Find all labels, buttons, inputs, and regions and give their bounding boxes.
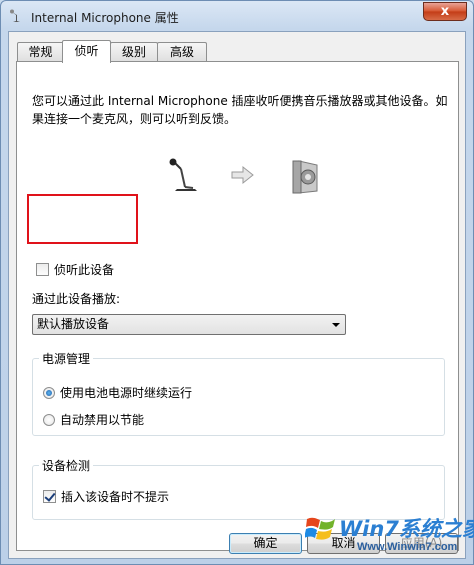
title-bar[interactable]: Internal Microphone 属性 x xyxy=(1,1,473,31)
power-option-continue-radio[interactable] xyxy=(43,386,55,399)
tab-strip: 常规 侦听 级别 高级 xyxy=(17,40,457,63)
listen-checkbox-label: 侦听此设备 xyxy=(54,263,115,277)
listen-checkbox-row[interactable]: 侦听此设备 xyxy=(36,261,114,278)
power-option-continue-label: 使用电池电源时继续运行 xyxy=(60,386,193,400)
detection-checkbox[interactable] xyxy=(43,490,56,503)
mic-to-speaker-illustration xyxy=(169,158,318,194)
watermark-url: Www.Winwin7.com xyxy=(357,541,458,553)
power-option-continue[interactable]: 使用电池电源时继续运行 xyxy=(43,384,192,401)
power-option-disable-radio[interactable] xyxy=(43,413,55,426)
tab-levels[interactable]: 级别 xyxy=(110,42,158,62)
playback-selected-value: 默认播放设备 xyxy=(37,317,110,331)
listen-checkbox[interactable] xyxy=(36,263,49,276)
playback-label: 通过此设备播放: xyxy=(32,292,121,306)
win7-watermark: Win7系统之家 Www.Winwin7.com xyxy=(301,505,474,563)
power-option-disable[interactable]: 自动禁用以节能 xyxy=(43,411,144,428)
arrow-right-icon xyxy=(231,165,254,185)
microphone-icon xyxy=(10,9,20,22)
listen-description: 您可以通过此 Internal Microphone 插座收听便携音乐播放器或其… xyxy=(32,94,448,126)
microphone-stand-icon xyxy=(169,158,197,191)
watermark-brand: Win7系统之家 xyxy=(339,517,474,541)
chevron-down-icon xyxy=(332,323,340,327)
window-title: Internal Microphone 属性 xyxy=(31,11,179,25)
tab-general[interactable]: 常规 xyxy=(17,42,64,62)
power-group-title: 电源管理 xyxy=(39,350,94,367)
dialog-client: 常规 侦听 级别 高级 您可以通过此 Internal Microphone 插… xyxy=(8,31,466,559)
detection-checkbox-label: 插入该设备时不提示 xyxy=(61,490,170,504)
tab-listen[interactable]: 侦听 xyxy=(62,40,111,63)
power-option-disable-label: 自动禁用以节能 xyxy=(60,413,145,427)
highlight-annotation-box xyxy=(27,194,138,244)
playback-device-select[interactable]: 默认播放设备 xyxy=(32,314,346,335)
windows-logo-icon xyxy=(305,517,335,540)
properties-window: Internal Microphone 属性 x 常规 侦听 级别 高级 您可以… xyxy=(0,0,474,565)
detection-checkbox-row[interactable]: 插入该设备时不提示 xyxy=(43,488,169,505)
tab-advanced[interactable]: 高级 xyxy=(157,42,207,62)
ok-button[interactable]: 确定 xyxy=(229,533,302,554)
speaker-icon xyxy=(292,160,318,194)
listen-tab-panel: 您可以通过此 Internal Microphone 插座收听便携音乐播放器或其… xyxy=(16,61,459,551)
close-button[interactable]: x xyxy=(423,2,467,21)
detection-group-title: 设备检测 xyxy=(39,457,94,474)
power-management-group: 电源管理 使用电池电源时继续运行 自动禁用以节能 xyxy=(32,350,445,436)
